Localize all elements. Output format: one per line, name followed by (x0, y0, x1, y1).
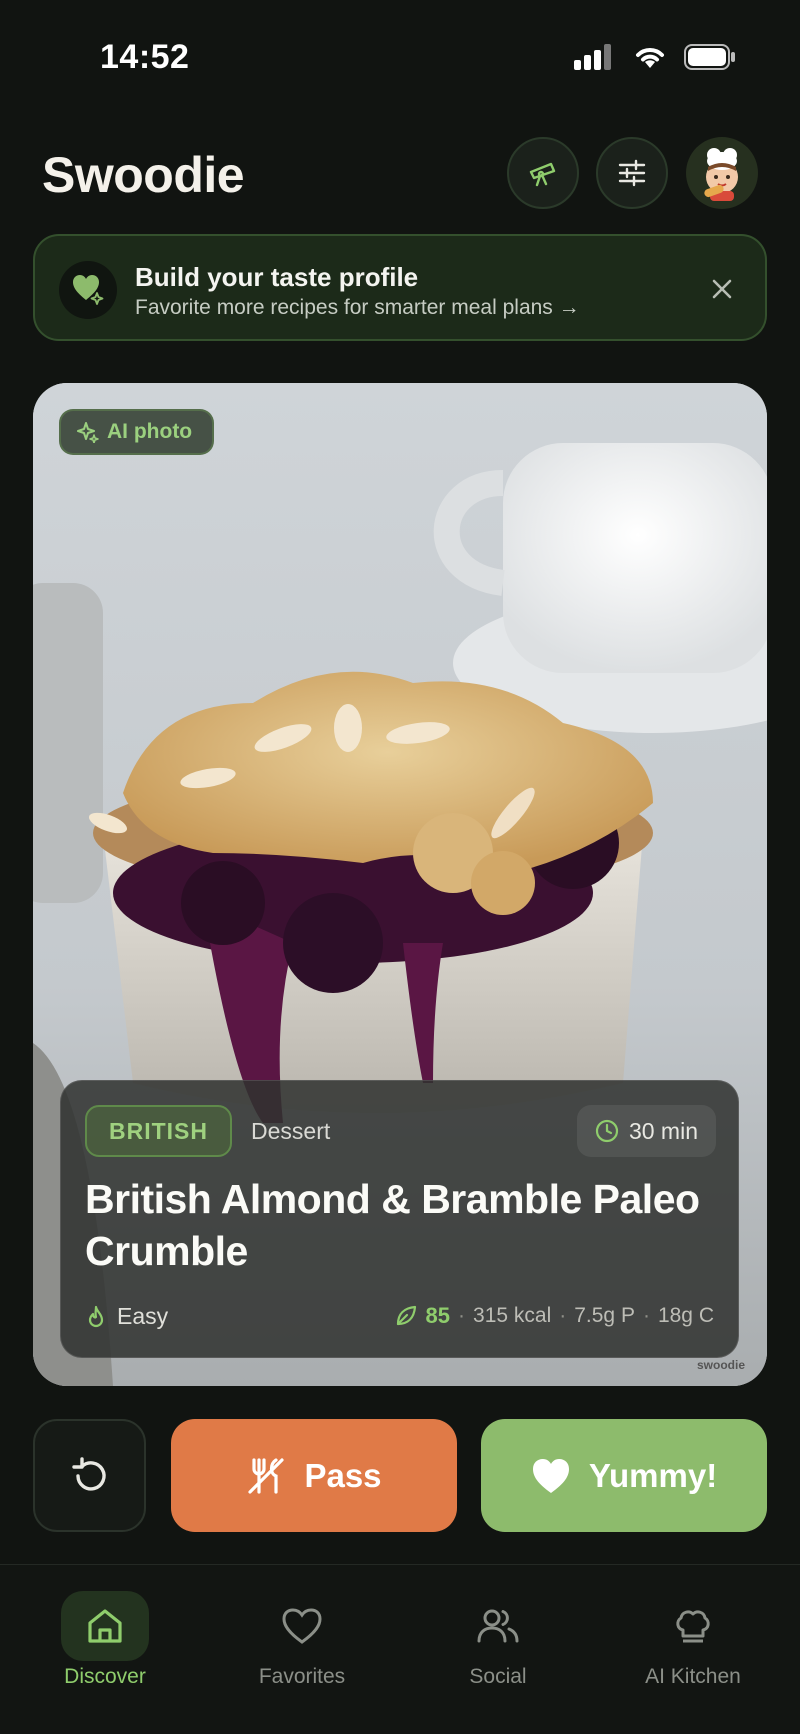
status-time: 14:52 (100, 38, 190, 76)
difficulty-label: Easy (117, 1303, 169, 1329)
recipe-card[interactable]: AI photo BRITISH Dessert 30 min British … (33, 383, 767, 1386)
ai-photo-badge: AI photo (59, 409, 215, 455)
yummy-button[interactable]: Yummy! (481, 1419, 767, 1532)
no-utensils-icon (248, 1457, 285, 1494)
app-title: Swoodie (42, 147, 245, 203)
recipe-info-panel: BRITISH Dessert 30 min British Almond & … (60, 1080, 739, 1358)
home-icon (61, 1591, 149, 1661)
nav-item-social[interactable]: Social (418, 1591, 578, 1689)
recipe-title: British Almond & Bramble Paleo Crumble (85, 1176, 700, 1274)
battery-icon (684, 44, 735, 70)
time-tag: 30 min (576, 1105, 716, 1157)
heart-icon (258, 1591, 346, 1661)
bottom-nav: Discover Favorites Social AI Kitchen (0, 1564, 800, 1734)
undo-icon (71, 1456, 106, 1491)
nav-item-favorites[interactable]: Favorites (222, 1591, 382, 1689)
telescope-icon (529, 162, 556, 187)
nav-label-discover: Discover (64, 1665, 146, 1688)
yummy-label: Yummy! (588, 1456, 718, 1494)
explore-button[interactable] (507, 137, 579, 209)
cellular-signal-icon (574, 44, 611, 70)
heart-filled-icon (532, 1458, 569, 1493)
pass-button[interactable]: Pass (171, 1419, 457, 1532)
filter-button[interactable] (596, 137, 668, 209)
nutrition-summary: 85 · 315 kcal · 7.5g P · 18g C (394, 1303, 714, 1329)
carbs: 18g C (657, 1304, 714, 1327)
difficulty: Easy (85, 1303, 168, 1330)
cuisine-tag: BRITISH (85, 1105, 232, 1157)
time-label: 30 min (628, 1117, 698, 1144)
undo-button[interactable] (33, 1419, 146, 1532)
avatar[interactable] (686, 137, 758, 209)
status-bar: 14:52 (0, 0, 800, 110)
leaf-icon (396, 1305, 416, 1326)
status-icons (574, 44, 736, 70)
heart-sparkle-icon (59, 261, 117, 319)
nav-item-ai-kitchen[interactable]: AI Kitchen (613, 1591, 773, 1689)
sparkle-icon (77, 422, 99, 443)
nav-label-ai-kitchen: AI Kitchen (645, 1665, 741, 1688)
taste-profile-banner[interactable]: Build your taste profile Favorite more r… (33, 234, 767, 341)
users-icon (454, 1591, 542, 1661)
chef-avatar-icon (704, 148, 738, 201)
banner-subtitle[interactable]: Favorite more recipes for smarter meal p… (135, 296, 580, 320)
nav-label-social: Social (469, 1665, 527, 1688)
chef-hat-icon (649, 1591, 737, 1661)
nav-item-discover[interactable]: Discover (25, 1591, 185, 1689)
type-tag: Dessert (251, 1117, 331, 1144)
wifi-icon (636, 48, 664, 68)
flame-icon (88, 1305, 104, 1327)
watermark: swoodie (696, 1358, 745, 1372)
health-score: 85 (425, 1303, 451, 1328)
nav-label-favorites: Favorites (258, 1665, 346, 1688)
pass-label: Pass (304, 1456, 382, 1494)
ai-photo-label: AI photo (107, 420, 193, 443)
close-icon[interactable] (705, 272, 739, 306)
header: Swoodie (0, 130, 800, 220)
calories: 315 kcal (473, 1304, 552, 1327)
banner-title: Build your taste profile (135, 262, 419, 292)
protein: 7.5g P (574, 1304, 635, 1327)
clock-icon (595, 1119, 619, 1143)
sliders-icon (618, 159, 646, 187)
